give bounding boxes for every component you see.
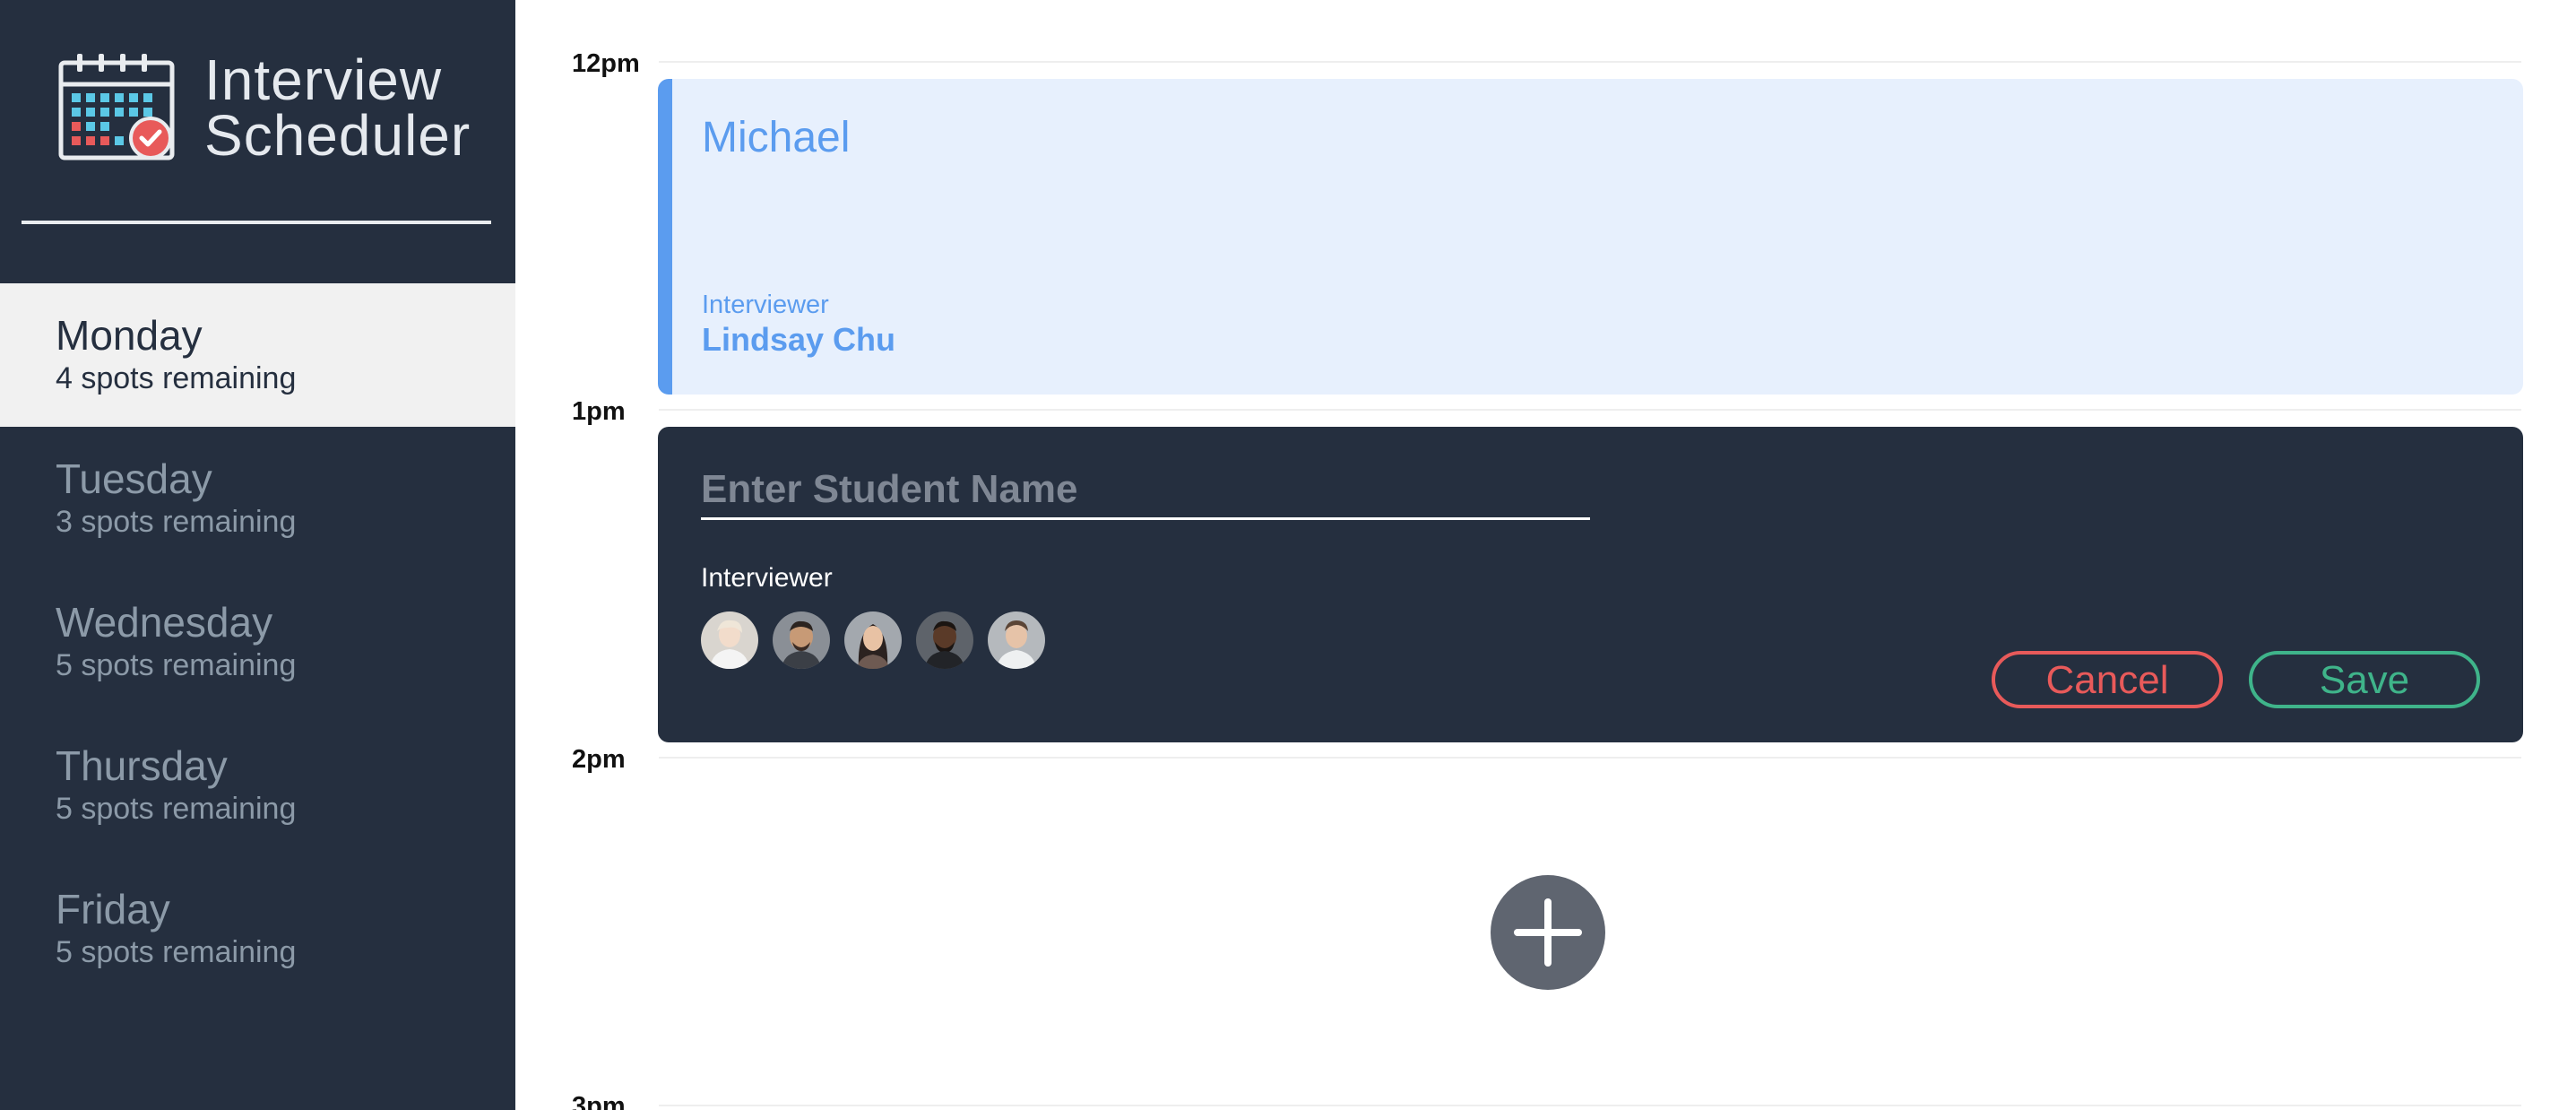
time-label-1pm: 1pm	[572, 397, 626, 426]
interviewer-avatar-1[interactable]	[701, 611, 758, 669]
hour-divider	[659, 409, 2521, 411]
day-spots: 4 spots remaining	[56, 361, 297, 395]
calendar-check-icon	[58, 54, 175, 160]
add-appointment-button[interactable]	[1491, 875, 1605, 990]
student-name: Michael	[702, 114, 851, 161]
interviewer-list	[701, 611, 1059, 669]
day-spots: 5 spots remaining	[56, 648, 297, 682]
day-name: Wednesday	[56, 599, 273, 646]
app: Interview Scheduler Monday 4 spots remai…	[0, 0, 2576, 1110]
cancel-button[interactable]: Cancel	[1992, 651, 2223, 708]
time-label-3pm: 3pm	[572, 1092, 626, 1110]
interviewer-avatar-2[interactable]	[773, 611, 830, 669]
plus-icon	[1514, 898, 1582, 967]
interviewer-caption: Interviewer	[702, 291, 829, 319]
day-item-wednesday[interactable]: Wednesday 5 spots remaining	[0, 570, 515, 714]
day-name: Tuesday	[56, 455, 212, 502]
day-spots: 5 spots remaining	[56, 935, 297, 969]
day-name: Friday	[56, 886, 170, 932]
interviewer-caption: Interviewer	[701, 563, 833, 593]
day-item-thursday[interactable]: Thursday 5 spots remaining	[0, 714, 515, 857]
day-spots: 5 spots remaining	[56, 792, 297, 826]
brand: Interview Scheduler	[57, 48, 471, 168]
interviewer-name: Lindsay Chu	[702, 321, 896, 358]
save-button[interactable]: Save	[2249, 651, 2480, 708]
schedule: 12pm Michael Interviewer Lindsay Chu 1pm…	[515, 0, 2576, 1110]
hour-divider	[659, 1105, 2521, 1106]
sidebar-divider	[22, 221, 491, 224]
day-spots: 3 spots remaining	[56, 505, 297, 539]
hour-divider	[659, 61, 2521, 63]
day-name: Monday	[56, 312, 203, 359]
interviewer-avatar-3[interactable]	[844, 611, 902, 669]
booked-appointment: Michael Interviewer Lindsay Chu	[658, 79, 2523, 395]
app-title: Interview Scheduler	[204, 48, 471, 168]
time-label-12pm: 12pm	[572, 49, 640, 78]
hour-divider	[659, 757, 2521, 759]
time-label-2pm: 2pm	[572, 745, 626, 774]
sidebar: Interview Scheduler Monday 4 spots remai…	[0, 0, 515, 1110]
appointment-form: Interviewer	[658, 427, 2523, 742]
interviewer-avatar-4[interactable]	[916, 611, 973, 669]
student-name-input[interactable]	[701, 461, 1590, 520]
day-list: Monday 4 spots remaining Tuesday 3 spots…	[0, 283, 515, 1001]
day-item-friday[interactable]: Friday 5 spots remaining	[0, 857, 515, 1001]
interviewer-avatar-5[interactable]	[988, 611, 1045, 669]
day-name: Thursday	[56, 742, 228, 789]
day-item-monday[interactable]: Monday 4 spots remaining	[0, 283, 515, 427]
day-item-tuesday[interactable]: Tuesday 3 spots remaining	[0, 427, 515, 570]
